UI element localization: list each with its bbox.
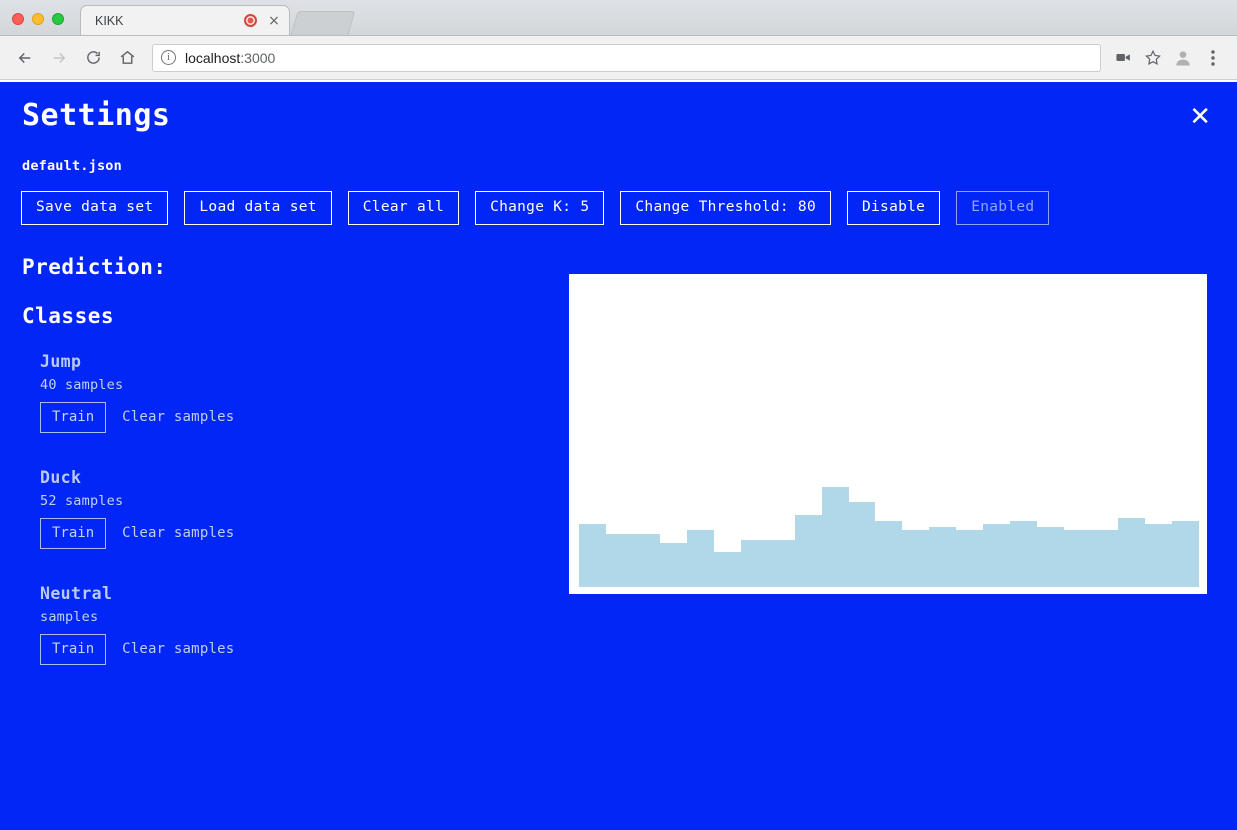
close-window-button[interactable]: [12, 13, 24, 25]
maximize-window-button[interactable]: [52, 13, 64, 25]
clear-all-button[interactable]: Clear all: [347, 191, 460, 225]
new-tab-button[interactable]: [290, 11, 356, 35]
save-data-set-button[interactable]: Save data set: [21, 191, 169, 225]
train-button[interactable]: Train: [40, 401, 107, 433]
video-camera-icon[interactable]: [1109, 44, 1137, 72]
prediction-label-text: Prediction:: [22, 254, 167, 279]
chart-bar: [1171, 521, 1199, 587]
browser-tab[interactable]: KIKK ×: [80, 5, 290, 35]
chart-bar: [929, 527, 957, 587]
chart-bar: [956, 530, 984, 587]
chart-bar: [1037, 527, 1065, 587]
chart-bar: [821, 486, 849, 587]
chart-bar: [659, 543, 687, 587]
tab-close-icon[interactable]: ×: [267, 14, 281, 28]
class-actions: Train Clear samples: [40, 633, 1237, 665]
chart-bar: [605, 533, 633, 587]
chart-bar: [713, 552, 741, 587]
toolbar-actions: [1109, 44, 1227, 72]
browser-toolbar: i localhost:3000: [0, 36, 1237, 80]
reload-icon[interactable]: [78, 43, 108, 73]
page-title: Settings: [22, 98, 171, 133]
clear-samples-link[interactable]: Clear samples: [122, 409, 234, 425]
site-info-icon[interactable]: i: [161, 50, 176, 65]
chart-bar: [1010, 521, 1038, 587]
change-threshold-button[interactable]: Change Threshold: 80: [620, 191, 831, 225]
chart-bars: [579, 275, 1199, 587]
address-bar[interactable]: i localhost:3000: [152, 43, 1101, 72]
minimize-window-button[interactable]: [32, 13, 44, 25]
url-port: :3000: [240, 49, 276, 66]
change-k-button[interactable]: Change K: 5: [475, 191, 605, 225]
chart-bar: [1064, 530, 1092, 587]
train-button[interactable]: Train: [40, 633, 107, 665]
chart-bar: [794, 514, 822, 587]
clear-samples-link[interactable]: Clear samples: [122, 641, 234, 657]
train-button[interactable]: Train: [40, 517, 107, 549]
chart-bar: [1145, 524, 1172, 587]
bookmark-star-icon[interactable]: [1139, 44, 1167, 72]
browser-window: KIKK × i localhost:3000 Settings ✕ defau…: [0, 0, 1237, 830]
clear-samples-link[interactable]: Clear samples: [122, 525, 234, 541]
chart-bar: [632, 533, 660, 587]
url-text: localhost:3000: [185, 50, 275, 66]
chart-bar: [740, 539, 768, 587]
chart-bar: [1091, 530, 1119, 587]
chart-bar: [902, 530, 930, 587]
window-controls: [0, 13, 74, 35]
chart-plot-area: [579, 275, 1199, 593]
prediction-label: Prediction:: [0, 225, 1237, 279]
tab-title: KIKK: [95, 13, 124, 28]
forward-icon: [44, 43, 74, 73]
chart-bar: [579, 524, 606, 587]
disable-button[interactable]: Disable: [847, 191, 941, 225]
tab-strip: KIKK ×: [0, 0, 1237, 36]
chart-bar: [767, 539, 795, 587]
settings-panel: Settings ✕ default.json Save data set Lo…: [0, 82, 1237, 830]
back-icon[interactable]: [10, 43, 40, 73]
load-data-set-button[interactable]: Load data set: [184, 191, 332, 225]
close-icon[interactable]: ✕: [1181, 98, 1219, 136]
record-indicator-icon: [244, 14, 257, 27]
home-icon[interactable]: [112, 43, 142, 73]
chart-bar: [983, 524, 1011, 587]
enabled-button: Enabled: [956, 191, 1050, 225]
list-item: Neutral samples Train Clear samples: [40, 584, 1237, 665]
class-sample-count: samples: [40, 608, 99, 625]
dataset-filename: default.json: [22, 158, 122, 174]
chart-bar: [875, 521, 903, 587]
signal-histogram-chart: [569, 274, 1207, 594]
avatar-icon[interactable]: [1169, 44, 1197, 72]
settings-header: Settings ✕: [0, 82, 1237, 136]
chart-bar: [1118, 517, 1146, 587]
chart-bar: [848, 502, 876, 587]
browser-menu-icon[interactable]: [1199, 44, 1227, 72]
chart-bar: [686, 530, 714, 587]
settings-button-row: Save data set Load data set Clear all Ch…: [0, 174, 1237, 225]
url-host: localhost: [185, 49, 241, 66]
